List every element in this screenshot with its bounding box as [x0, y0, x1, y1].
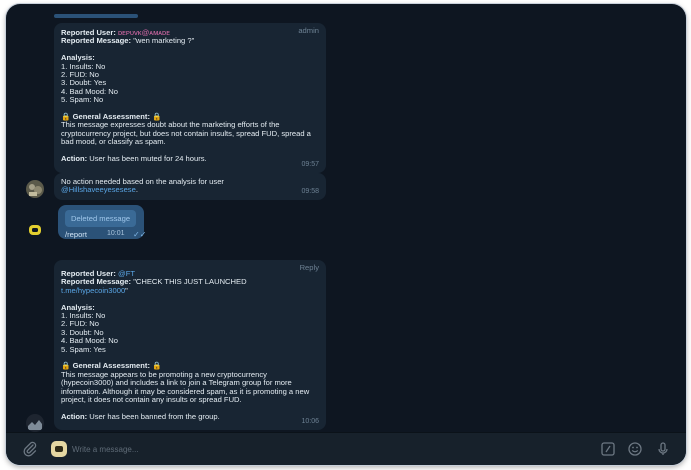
message-composer: [6, 432, 686, 465]
double-check-icon: ✓✓: [133, 230, 147, 239]
message-time: 09:58: [301, 187, 319, 195]
report-command[interactable]: /report: [65, 230, 87, 239]
sticker-avatar-icon[interactable]: [50, 440, 68, 458]
telegram-window: admin Reported User: ᴅᴇᴩᴜᴠᴋ@ᴀᴍᴀᴅᴇ Report…: [6, 4, 686, 465]
reported-message-line: Reported Message: "wen marketing ?": [61, 36, 195, 46]
own-report-message[interactable]: Deleted message /report 10:01 ✓✓: [58, 205, 147, 239]
message-input[interactable]: [72, 440, 592, 458]
telegram-link[interactable]: t.me/hypecoin3000: [61, 286, 125, 295]
analysis-item: 5. Spam: No: [61, 95, 104, 105]
assessment-text: This message expresses doubt about the m…: [61, 120, 311, 147]
deleted-message-quote[interactable]: Deleted message: [65, 210, 137, 227]
bot-report-message[interactable]: admin Reported User: ᴅᴇᴩᴜᴠᴋ@ᴀᴍᴀᴅᴇ Report…: [54, 23, 326, 173]
microphone-icon[interactable]: [655, 441, 671, 457]
emoji-icon[interactable]: [627, 441, 643, 457]
user-mention-link[interactable]: @Hillshaveeyesesese: [61, 185, 136, 194]
action-line: Action: User has been muted for 24 hours…: [61, 154, 207, 164]
admin-badge: admin: [298, 26, 319, 35]
bot-ban-report-message[interactable]: Reply Reported User: @FT Reported Messag…: [54, 260, 326, 430]
previous-message-edge: [54, 14, 138, 18]
message-time: 10:01: [107, 230, 125, 237]
chat-history[interactable]: admin Reported User: ᴅᴇᴩᴜᴠᴋ@ᴀᴍᴀᴅᴇ Report…: [6, 4, 686, 432]
user-avatar[interactable]: [26, 221, 44, 239]
bot-info-message[interactable]: No action needed based on the analysis f…: [54, 173, 326, 200]
action-line: Action: User has been banned from the gr…: [61, 411, 220, 421]
reply-label[interactable]: Reply: [300, 263, 319, 272]
message-time: 09:57: [301, 160, 319, 168]
bot-avatar[interactable]: [26, 180, 44, 198]
bot-avatar[interactable]: [26, 414, 44, 432]
analysis-item: 5. Spam: Yes: [61, 344, 106, 354]
analysis-item: 1. Insults: No: [61, 61, 106, 71]
paperclip-icon[interactable]: [22, 441, 38, 457]
analysis-item: 1. Insults: No: [61, 311, 106, 321]
bot-commands-icon[interactable]: [600, 441, 616, 457]
assessment-text: This message appears to be promoting a n…: [61, 369, 310, 405]
message-time: 10:06: [301, 417, 319, 425]
